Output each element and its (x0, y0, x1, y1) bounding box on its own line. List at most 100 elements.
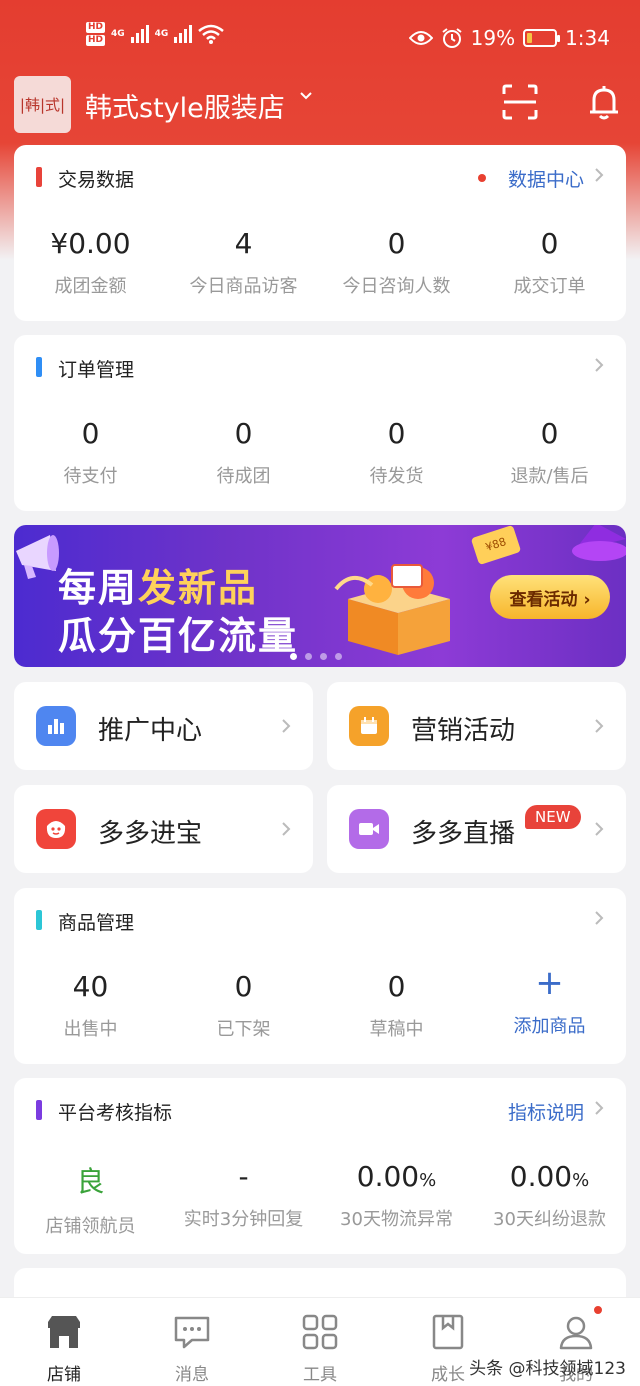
stat-value: 0 (540, 227, 559, 260)
notification-dot (592, 1304, 604, 1316)
gift-box-icon (334, 564, 450, 655)
goods-management-card[interactable]: 商品管理 40 出售中 0 已下架 0 草稿中 + 添加商品 (14, 888, 626, 1064)
stat-item[interactable]: 良店铺领航员 (14, 1160, 167, 1238)
battery-icon (523, 29, 561, 47)
chevron-down-icon[interactable] (298, 90, 314, 102)
stat-label: 待成团 (216, 466, 271, 487)
section-marker (36, 357, 42, 377)
view-activity-button[interactable]: 查看活动 › (490, 575, 610, 619)
alarm-icon (442, 28, 462, 48)
stat-label: 出售中 (63, 1019, 118, 1040)
stat-item[interactable]: 0 待发货 (320, 417, 473, 488)
stat-value: 4 (234, 227, 253, 260)
stat-value: 40 (72, 970, 109, 1003)
book-icon (432, 1314, 464, 1350)
tile-duoduo-live[interactable]: 多多直播 NEW (327, 785, 626, 873)
stat-item[interactable]: ¥0.00 成团金额 (14, 227, 167, 298)
stat-item[interactable]: 0 今日咨询人数 (320, 227, 473, 298)
section-marker (36, 1100, 42, 1120)
tile-label: 营销活动 (411, 716, 516, 746)
unit: % (572, 1170, 590, 1191)
battery-percent: 19% (470, 26, 516, 50)
chevron-right-icon (595, 822, 604, 836)
chevron-right-icon[interactable] (594, 1100, 604, 1116)
user-icon (559, 1316, 593, 1350)
banner-subheadline: 瓜分百亿流量 (58, 614, 299, 658)
stat-label: 今日咨询人数 (342, 276, 451, 297)
store-header: |韩|式| 韩式style服装店 (0, 72, 640, 136)
chevron-right-icon[interactable] (594, 910, 604, 926)
status-bar: HD HD 4G 4G 19% 1:34 (0, 18, 640, 62)
stat-label: 退款/售后 (510, 466, 589, 487)
stat-item[interactable]: - 实时3分钟回复 (167, 1160, 320, 1231)
coupon-ticket: ¥88 (470, 525, 522, 566)
card-title: 平台考核指标 (58, 1102, 173, 1124)
new-badge: NEW (525, 805, 581, 829)
stat-value: 0 (234, 417, 253, 450)
stat-value: 0 (540, 417, 559, 450)
grid-icon (302, 1314, 338, 1350)
data-center-link[interactable]: 数据中心 (508, 165, 584, 192)
metrics-explanation-link[interactable]: 指标说明 (508, 1098, 584, 1125)
card-title: 订单管理 (58, 359, 135, 381)
add-goods-button[interactable]: + 添加商品 (473, 966, 626, 1038)
stat-value: 0 (387, 970, 406, 1003)
stat-item[interactable]: 0 已下架 (167, 970, 320, 1041)
watermark: 头条 @科技领域123 (469, 1359, 626, 1379)
scan-icon[interactable] (500, 82, 540, 122)
order-management-card[interactable]: 订单管理 0 待支付 0 待成团 0 待发货 0 退款/售后 (14, 335, 626, 511)
nav-label: 工具 (303, 1365, 337, 1385)
nav-messages[interactable]: 消息 (128, 1298, 256, 1386)
stat-value: 0 (234, 970, 253, 1003)
chevron-right-icon[interactable] (594, 167, 604, 183)
stat-value: 良 (76, 1165, 105, 1198)
stat-item[interactable]: 0 待支付 (14, 417, 167, 488)
stat-item[interactable]: 0 成交订单 (473, 227, 626, 298)
nav-label: 店铺 (47, 1365, 81, 1385)
section-marker (36, 910, 42, 930)
signal-icon (130, 25, 149, 43)
trade-data-card[interactable]: 交易数据 数据中心 ¥0.00 成团金额 4 今日商品访客 0 今日咨询人数 0 成交订… (14, 145, 626, 321)
stat-label: 草稿中 (369, 1019, 424, 1040)
section-marker (36, 167, 42, 187)
tile-marketing-activity[interactable]: 营销活动 (327, 682, 626, 770)
hd-badge: HD (86, 22, 106, 33)
platform-metrics-card[interactable]: 平台考核指标 指标说明 良店铺领航员 - 实时3分钟回复 0.00% 30天物流异常… (14, 1078, 626, 1254)
stat-value: 0 (387, 227, 406, 260)
hat-icon (572, 525, 626, 561)
chevron-right-icon[interactable] (594, 357, 604, 373)
card-title: 商品管理 (58, 912, 135, 934)
network-status: HD HD 4G 4G (86, 22, 225, 46)
network-type: 4G (111, 29, 125, 39)
stat-item[interactable]: 0.00% 30天纠纷退款 (473, 1160, 626, 1231)
stat-label: 待发货 (369, 466, 424, 487)
store-name[interactable]: 韩式style服装店 (85, 86, 285, 125)
chevron-right-icon (595, 719, 604, 733)
stat-item[interactable]: 40 出售中 (14, 970, 167, 1041)
stat-item[interactable]: 0 草稿中 (320, 970, 473, 1041)
nav-store[interactable]: 店铺 (0, 1298, 128, 1386)
stat-item[interactable]: 0 退款/售后 (473, 417, 626, 488)
chevron-right-icon (282, 822, 291, 836)
stat-item[interactable]: 0.00% 30天物流异常 (320, 1160, 473, 1231)
hd-badge: HD (86, 35, 106, 46)
stat-label: 30天纠纷退款 (493, 1209, 606, 1230)
stat-item[interactable]: 0 待成团 (167, 417, 320, 488)
nav-tools[interactable]: 工具 (256, 1298, 384, 1386)
stat-item[interactable]: 4 今日商品访客 (167, 227, 320, 298)
stat-label: 实时3分钟回复 (183, 1209, 304, 1230)
wifi-icon (198, 24, 225, 44)
stat-value: ¥0.00 (50, 227, 131, 260)
bell-icon[interactable] (584, 82, 624, 122)
tile-label: 多多进宝 (98, 819, 203, 849)
tile-duoduo-jinbao[interactable]: 多多进宝 (14, 785, 313, 873)
stat-label: 今日商品访客 (189, 276, 298, 297)
unit: % (419, 1170, 437, 1191)
promo-banner[interactable]: 每周发新品 瓜分百亿流量 ¥88 查看活动 › (14, 525, 626, 667)
video-camera-icon (349, 809, 389, 849)
tile-promotion-center[interactable]: 推广中心 (14, 682, 313, 770)
message-icon (174, 1316, 210, 1349)
store-logo[interactable]: |韩|式| (14, 76, 71, 133)
mascot-icon (36, 809, 76, 849)
stat-value: - (238, 1160, 249, 1193)
